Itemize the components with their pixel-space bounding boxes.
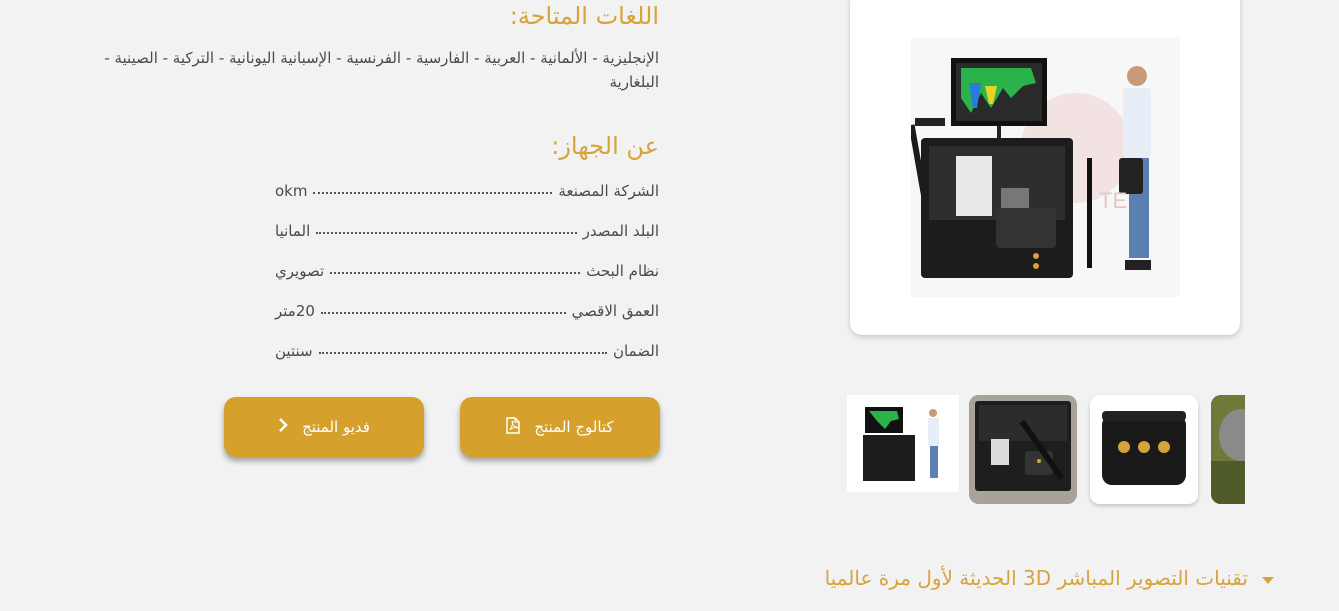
catalog-button[interactable]: كتالوج المنتج — [460, 397, 660, 457]
thumbnail-1[interactable] — [847, 395, 959, 492]
spec-value: سنتين — [275, 342, 313, 360]
thumbnail-4[interactable] — [1211, 395, 1245, 504]
chevron-right-icon — [278, 418, 288, 436]
thumbnail-3[interactable] — [1090, 395, 1198, 504]
spec-dots — [320, 312, 566, 314]
about-title: عن الجهاز: — [551, 132, 659, 160]
catalog-button-label: كتالوج المنتج — [534, 418, 614, 436]
accordion-title: تقنيات التصوير المباشر 3D الحديثة لأول م… — [824, 566, 1248, 590]
spec-value: okm — [275, 182, 308, 200]
video-button-label: فديو المنتج — [302, 418, 370, 436]
spec-row-warranty: الضمان سنتين — [275, 338, 659, 360]
spec-value: تصويري — [275, 262, 325, 280]
video-button[interactable]: فديو المنتج — [224, 397, 424, 457]
spec-dots — [330, 272, 581, 274]
thumbnail-2[interactable] — [969, 395, 1077, 504]
spec-dots — [318, 352, 607, 354]
languages-list: الإنجليزية - الألمانية - العربية - الفار… — [104, 49, 659, 91]
file-pdf-icon — [506, 416, 521, 438]
accordion-header[interactable]: تقنيات التصوير المباشر 3D الحديثة لأول م… — [825, 566, 1274, 590]
main-product-card: TE — [850, 0, 1240, 335]
spec-label: الشركة المصنعة — [558, 182, 659, 200]
spec-dots — [316, 232, 577, 234]
spec-value: 20متر — [275, 302, 315, 320]
spec-label: الضمان — [612, 342, 659, 360]
spec-dots — [313, 192, 553, 194]
spec-label: نظام البحث — [586, 262, 659, 280]
languages-title: اللغات المتاحة: — [509, 2, 659, 30]
product-image[interactable]: TE — [911, 38, 1180, 297]
spec-row-search-system: نظام البحث تصويري — [275, 258, 659, 280]
spec-row-manufacturer: الشركة المصنعة okm — [275, 178, 659, 200]
spec-value: المانيا — [275, 222, 311, 240]
spec-label: البلد المصدر — [582, 222, 659, 240]
spec-row-country: البلد المصدر المانيا — [275, 218, 659, 240]
caret-down-icon — [1262, 576, 1274, 584]
spec-label: العمق الاقصي — [571, 302, 659, 320]
spec-row-max-depth: العمق الاقصي 20متر — [275, 298, 659, 320]
svg-text:TE: TE — [1099, 188, 1127, 213]
